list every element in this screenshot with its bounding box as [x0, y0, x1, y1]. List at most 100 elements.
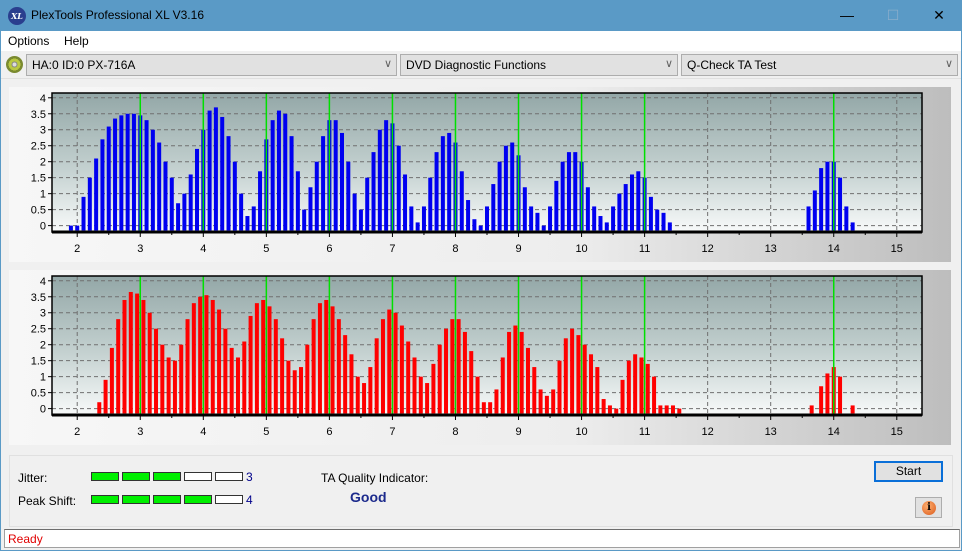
bar — [819, 386, 824, 414]
x-tick-label: 8 — [452, 426, 458, 438]
bar — [160, 344, 165, 414]
disc-drive-icon — [6, 56, 23, 73]
status-bar: Ready — [4, 529, 960, 548]
peak-shift-segment — [215, 495, 243, 504]
bar — [614, 408, 619, 414]
bar — [611, 206, 616, 231]
bar — [229, 347, 234, 414]
bar — [825, 161, 830, 231]
bar — [645, 363, 650, 414]
bar — [573, 152, 578, 231]
x-tick-label: 7 — [389, 243, 395, 255]
y-tick-label: 1.5 — [31, 356, 46, 368]
bar — [428, 177, 433, 231]
bar — [589, 354, 594, 414]
x-tick-label: 6 — [326, 243, 332, 255]
bar — [809, 405, 814, 414]
function-select[interactable]: DVD Diagnostic Functions ∨ — [400, 54, 678, 76]
bar — [131, 113, 136, 231]
drive-select-value: HA:0 ID:0 PX-716A — [32, 58, 136, 72]
bar — [661, 212, 666, 231]
y-tick-label: 0 — [40, 404, 46, 416]
bar — [630, 174, 634, 231]
window-title: PlexTools Professional XL V3.16 — [31, 8, 204, 22]
bar — [825, 373, 830, 414]
jitter-label: Jitter: — [18, 471, 48, 485]
bar — [570, 328, 575, 414]
minimize-button[interactable]: — — [824, 0, 870, 31]
bar — [295, 171, 300, 231]
x-tick-label: 2 — [74, 426, 80, 438]
close-button[interactable]: ✕ — [916, 0, 962, 31]
peak-shift-segment — [91, 495, 119, 504]
menu-options[interactable]: Options — [8, 34, 49, 48]
y-tick-label: 1 — [40, 372, 46, 384]
bar — [399, 325, 404, 414]
bar — [585, 187, 590, 231]
y-tick-label: 0 — [40, 221, 46, 233]
bar — [529, 206, 534, 231]
bar — [491, 184, 496, 231]
start-button[interactable]: Start — [874, 461, 943, 482]
bar — [607, 405, 612, 414]
bar — [652, 376, 657, 414]
x-tick-label: 7 — [389, 426, 395, 438]
info-icon: i — [922, 501, 936, 515]
y-tick-label: 4 — [40, 276, 46, 288]
bar — [267, 306, 272, 414]
title-bar: XL PlexTools Professional XL V3.16 — ☐ ✕ — [0, 0, 962, 31]
bar — [819, 168, 824, 231]
bar — [418, 376, 423, 414]
bar — [87, 177, 92, 231]
jitter-segment — [122, 472, 150, 481]
bar — [135, 293, 140, 414]
maximize-button[interactable]: ☐ — [870, 0, 916, 31]
bar — [75, 225, 80, 231]
bar — [384, 120, 389, 231]
bar — [387, 309, 392, 414]
land-ta-chart: 0 0.5 1 1.5 2 2.5 3 3.5 4 2 3 4 5 6 7 8 9 10 11 12 13 14 15 — [31, 92, 923, 255]
bar — [172, 360, 177, 414]
y-tick-label: 3.5 — [31, 109, 46, 121]
bar — [485, 206, 489, 231]
bar — [472, 219, 477, 231]
bar — [377, 129, 382, 231]
bar — [396, 145, 401, 231]
bar — [447, 132, 452, 231]
y-tick-label: 0.5 — [31, 388, 46, 400]
bar — [365, 177, 370, 231]
bar — [563, 338, 568, 414]
bar — [535, 212, 540, 231]
ta-quality-label: TA Quality Indicator: — [321, 471, 429, 485]
y-tick-label: 2.5 — [31, 141, 46, 153]
test-select[interactable]: Q-Check TA Test ∨ — [681, 54, 958, 76]
bar — [299, 367, 304, 414]
results-panel — [9, 455, 953, 527]
bar — [592, 206, 597, 231]
x-tick-label: 11 — [639, 243, 650, 255]
bar — [440, 136, 445, 231]
bar — [336, 319, 341, 414]
info-button[interactable]: i — [915, 497, 942, 518]
x-tick-label: 4 — [200, 243, 206, 255]
bar — [415, 222, 420, 231]
bar — [128, 291, 133, 414]
bar — [213, 107, 218, 231]
x-tick-label: 3 — [137, 426, 143, 438]
x-tick-label: 15 — [891, 426, 903, 438]
bar — [283, 113, 288, 231]
bar — [510, 142, 515, 231]
bar — [548, 206, 553, 231]
bar — [280, 338, 285, 414]
bar — [812, 190, 817, 231]
y-tick-label: 2 — [40, 157, 46, 169]
bar — [478, 225, 483, 231]
bar — [81, 196, 86, 231]
jitter-segment — [215, 472, 243, 481]
function-select-value: DVD Diagnostic Functions — [406, 58, 547, 72]
bar — [503, 145, 508, 231]
menu-help[interactable]: Help — [64, 34, 89, 48]
bar — [182, 193, 187, 231]
bar — [273, 319, 278, 414]
drive-select[interactable]: HA:0 ID:0 PX-716A ∨ — [26, 54, 397, 76]
